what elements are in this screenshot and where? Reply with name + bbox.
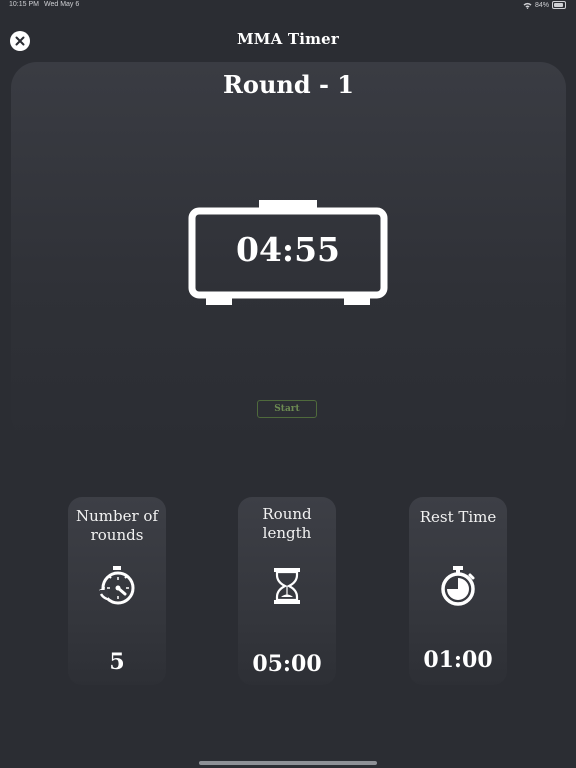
setting-label-line: Number of: [75, 507, 158, 525]
battery-percent: 84%: [534, 1, 549, 9]
stopwatch-reset-icon: [99, 566, 135, 605]
alarm-clock-display: 04:55: [188, 200, 388, 306]
stopwatch-icon: [441, 566, 475, 606]
setting-value-round-length: 05:00: [252, 651, 322, 677]
timer-card: Round - 1 04:55 Start: [11, 62, 566, 442]
wifi-icon: [523, 2, 532, 9]
home-indicator[interactable]: [199, 761, 377, 765]
setting-label-rounds: Number of rounds: [68, 507, 166, 545]
setting-card-rounds[interactable]: Number of rounds 5: [68, 497, 166, 685]
hourglass-icon: [274, 568, 300, 604]
start-button[interactable]: Start: [257, 400, 317, 418]
setting-label-line: length: [262, 524, 312, 542]
setting-label-round-length: Round length: [238, 505, 336, 543]
setting-card-rest-time[interactable]: Rest Time 01:00: [409, 497, 507, 685]
status-time: 10:15 PM: [9, 1, 39, 8]
status-indicators: 84%: [523, 1, 566, 9]
setting-label-line: rounds: [90, 526, 144, 544]
setting-value-rest-time: 01:00: [423, 647, 493, 673]
timer-display: 04:55: [235, 230, 341, 269]
app-title: MMA Timer: [236, 30, 340, 48]
status-bar: 10:15 PM Wed May 6 84%: [0, 0, 576, 12]
round-label: Round - 1: [222, 70, 354, 99]
setting-value-rounds: 5: [109, 649, 125, 675]
setting-label-line: Rest Time: [419, 508, 497, 526]
setting-label-rest-time: Rest Time: [409, 508, 507, 527]
setting-card-round-length[interactable]: Round length 05:00: [238, 497, 336, 685]
status-date: Wed May 6: [44, 1, 80, 8]
battery-icon: [552, 1, 566, 9]
setting-label-line: Round: [262, 505, 312, 523]
